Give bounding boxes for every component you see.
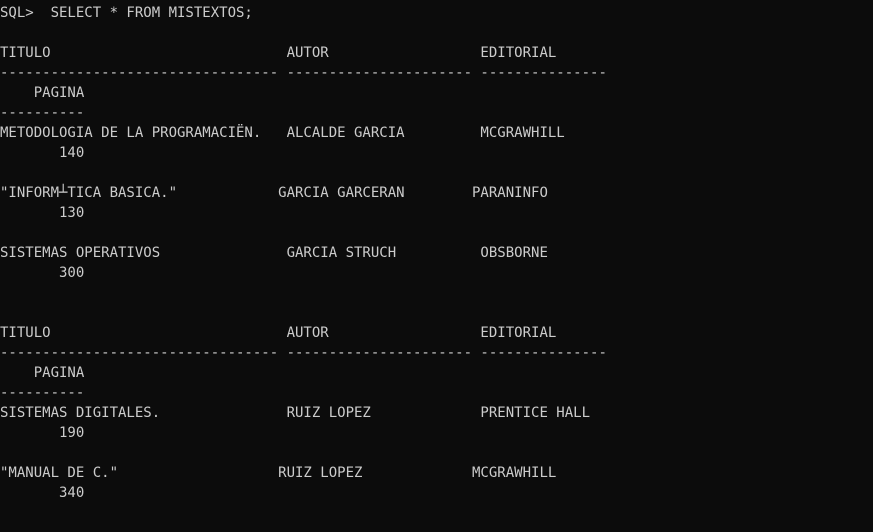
header-separator: ---------- bbox=[0, 105, 85, 121]
result-row: SISTEMAS OPERATIVOS GARCIA STRUCH OBSBOR… bbox=[0, 245, 548, 261]
result-row-pagina: 340 bbox=[0, 485, 85, 501]
result-row: SISTEMAS DIGITALES. RUIZ LOPEZ PRENTICE … bbox=[0, 405, 591, 421]
result-row-pagina: 130 bbox=[0, 205, 85, 221]
result-row-pagina: 140 bbox=[0, 145, 85, 161]
column-header-pagina: PAGINA bbox=[0, 85, 85, 101]
result-row-pagina: 190 bbox=[0, 425, 85, 441]
sql-prompt-command: SQL> SELECT * FROM MISTEXTOS; bbox=[0, 5, 253, 21]
header-separator: --------------------------------- ------… bbox=[0, 65, 607, 81]
result-row: "MANUAL DE C." RUIZ LOPEZ MCGRAWHILL bbox=[0, 465, 557, 481]
column-header-pagina: PAGINA bbox=[0, 365, 85, 381]
result-row: "INFORM┴TICA BASICA." GARCIA GARCERAN PA… bbox=[0, 185, 548, 201]
header-separator: --------------------------------- ------… bbox=[0, 345, 607, 361]
result-row-pagina: 300 bbox=[0, 265, 85, 281]
result-row: METODOLOGIA DE LA PROGRAMACIËN. ALCALDE … bbox=[0, 125, 565, 141]
column-header-row: TITULO AUTOR EDITORIAL bbox=[0, 45, 557, 61]
column-header-row: TITULO AUTOR EDITORIAL bbox=[0, 325, 557, 341]
header-separator: ---------- bbox=[0, 385, 85, 401]
console-output[interactable]: SQL> SELECT * FROM MISTEXTOS; TITULO AUT… bbox=[0, 3, 873, 532]
